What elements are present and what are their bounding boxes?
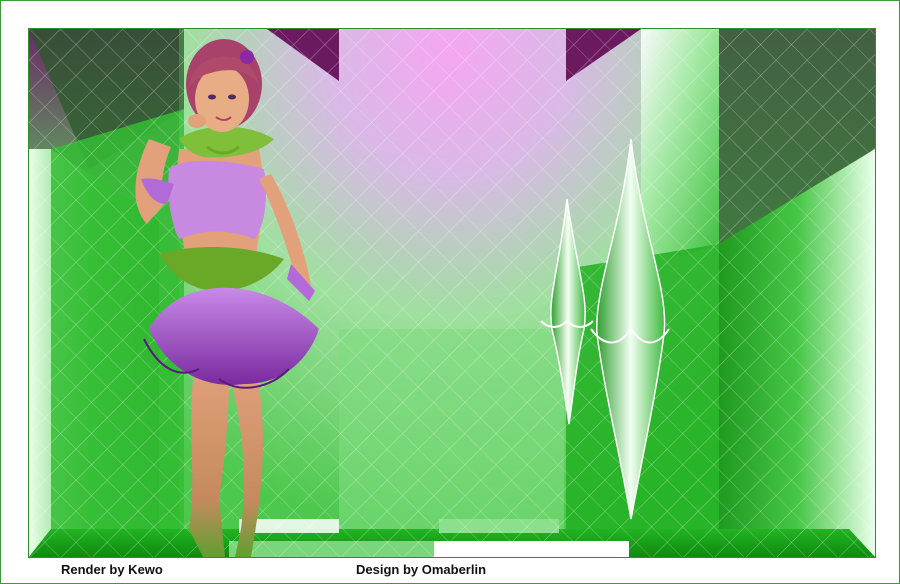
image-frame: Render by Kewo Design by Omaberlin — [0, 0, 900, 584]
design-credit: Design by Omaberlin — [356, 562, 487, 577]
crosshatch-overlay — [29, 29, 875, 557]
artwork-canvas — [28, 28, 876, 558]
artwork-svg — [29, 29, 875, 557]
render-credit: Render by Kewo — [61, 562, 163, 577]
